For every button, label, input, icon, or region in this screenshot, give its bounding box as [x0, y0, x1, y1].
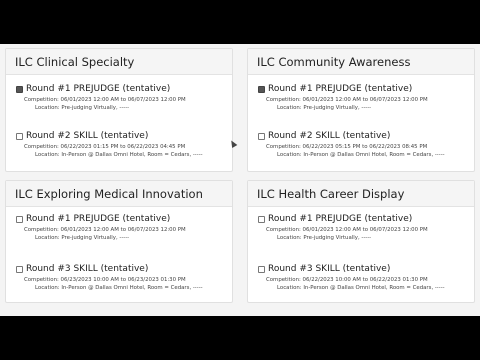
event-checkbox[interactable] — [258, 215, 265, 223]
event-competition: Competition: 06/22/2023 05:15 PM to 06/2… — [266, 144, 428, 150]
event-competition: Competition: 06/01/2023 12:00 AM to 06/0… — [24, 97, 186, 103]
event-round-2: Round #2 SKILL (tentative) Competition: … — [16, 130, 231, 159]
event-title: Round #3 SKILL (tentative) — [268, 264, 391, 274]
event-competition: Competition: 06/01/2023 12:00 AM to 06/0… — [266, 97, 428, 103]
card-title: ILC Community Awareness — [248, 49, 474, 75]
event-location: Location: Pre-judging Virtually, ----- — [277, 235, 372, 241]
card-title: ILC Clinical Specialty — [6, 49, 232, 75]
event-competition: Competition: 06/22/2023 01:15 PM to 06/2… — [24, 144, 186, 150]
event-title: Round #2 SKILL (tentative) — [268, 131, 391, 141]
event-round-1: Round #1 PREJUDGE (tentative) Competitio… — [16, 83, 231, 112]
event-competition: Competition: 06/01/2023 12:00 AM to 06/0… — [266, 227, 428, 233]
event-round-3: Round #3 SKILL (tentative) Competition: … — [16, 263, 231, 292]
event-checkbox[interactable] — [258, 265, 265, 273]
event-card-health-career-display: ILC Health Career Display Round #1 PREJU… — [247, 180, 475, 303]
event-checkbox[interactable] — [16, 85, 23, 93]
event-round-1: Round #1 PREJUDGE (tentative) Competitio… — [258, 83, 473, 112]
event-card-clinical-specialty: ILC Clinical Specialty Round #1 PREJUDGE… — [5, 48, 233, 172]
event-round-3: Round #3 SKILL (tentative) Competition: … — [258, 263, 473, 292]
event-location: Location: In-Person @ Dallas Omni Hotel,… — [277, 285, 445, 291]
event-title: Round #1 PREJUDGE (tentative) — [26, 214, 171, 224]
event-location: Location: In-Person @ Dallas Omni Hotel,… — [277, 152, 445, 158]
event-title: Round #1 PREJUDGE (tentative) — [26, 84, 171, 94]
event-competition: Competition: 06/01/2023 12:00 AM to 06/0… — [24, 227, 186, 233]
event-checkbox[interactable] — [16, 265, 23, 273]
event-round-1: Round #1 PREJUDGE (tentative) Competitio… — [258, 213, 473, 242]
event-title: Round #1 PREJUDGE (tentative) — [268, 84, 413, 94]
event-checkbox[interactable] — [16, 132, 23, 140]
bottom-letterbox — [0, 316, 480, 360]
event-location: Location: In-Person @ Dallas Omni Hotel,… — [35, 152, 203, 158]
event-title: Round #2 SKILL (tentative) — [26, 131, 149, 141]
event-title: Round #3 SKILL (tentative) — [26, 264, 149, 274]
event-card-exploring-medical-innovation: ILC Exploring Medical Innovation Round #… — [5, 180, 233, 303]
event-competition: Competition: 06/22/2023 10:00 AM to 06/2… — [266, 277, 428, 283]
event-title: Round #1 PREJUDGE (tentative) — [268, 214, 413, 224]
event-round-2: Round #2 SKILL (tentative) Competition: … — [258, 130, 473, 159]
card-title: ILC Exploring Medical Innovation — [6, 181, 232, 207]
event-round-1: Round #1 PREJUDGE (tentative) Competitio… — [16, 213, 231, 242]
card-title: ILC Health Career Display — [248, 181, 474, 207]
event-competition: Competition: 06/23/2023 10:00 AM to 06/2… — [24, 277, 186, 283]
event-location: Location: Pre-judging Virtually, ----- — [277, 105, 372, 111]
top-letterbox — [0, 0, 480, 44]
event-checkbox[interactable] — [258, 85, 265, 93]
event-location: Location: In-Person @ Dallas Omni Hotel,… — [35, 285, 203, 291]
event-location: Location: Pre-judging Virtually, ----- — [35, 105, 130, 111]
event-checkbox[interactable] — [16, 215, 23, 223]
event-checkbox[interactable] — [258, 132, 265, 140]
event-location: Location: Pre-judging Virtually, ----- — [35, 235, 130, 241]
event-card-community-awareness: ILC Community Awareness Round #1 PREJUDG… — [247, 48, 475, 172]
